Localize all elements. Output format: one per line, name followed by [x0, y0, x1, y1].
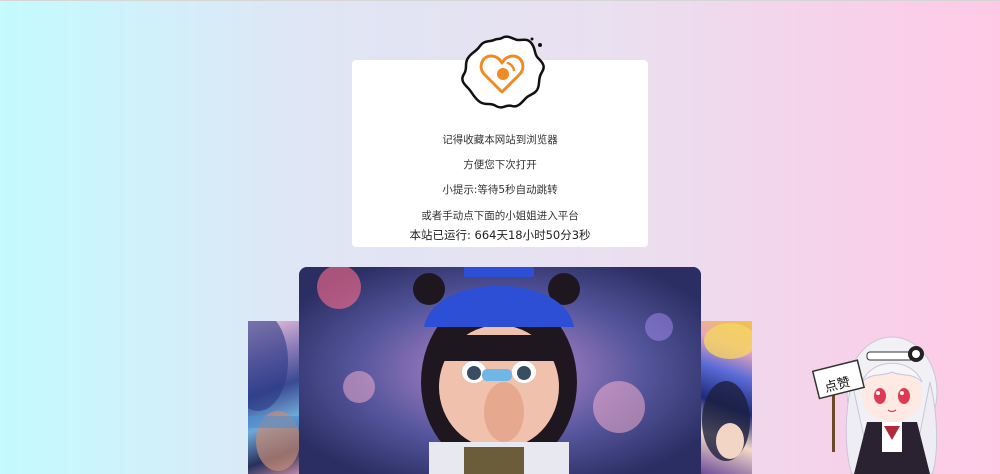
notice-line-bookmark: 记得收藏本网站到浏览器 — [442, 134, 558, 146]
anime-girl-mascot[interactable]: 点赞 — [811, 322, 962, 474]
notice-line-manual: 或者手动点下面的小姐姐进入平台 — [421, 210, 579, 222]
carousel-slide-left[interactable] — [248, 321, 300, 474]
carousel-slide-main[interactable] — [299, 267, 701, 474]
carousel-slide-right[interactable] — [700, 321, 752, 474]
heart-logo-icon — [456, 32, 548, 112]
notice-line-convenience: 方便您下次打开 — [463, 159, 537, 171]
top-divider — [0, 0, 1000, 1]
site-runtime: 本站已运行: 664天18小时50分3秒 — [409, 228, 591, 242]
notice-line-tip: 小提示:等待5秒自动跳转 — [442, 184, 558, 196]
